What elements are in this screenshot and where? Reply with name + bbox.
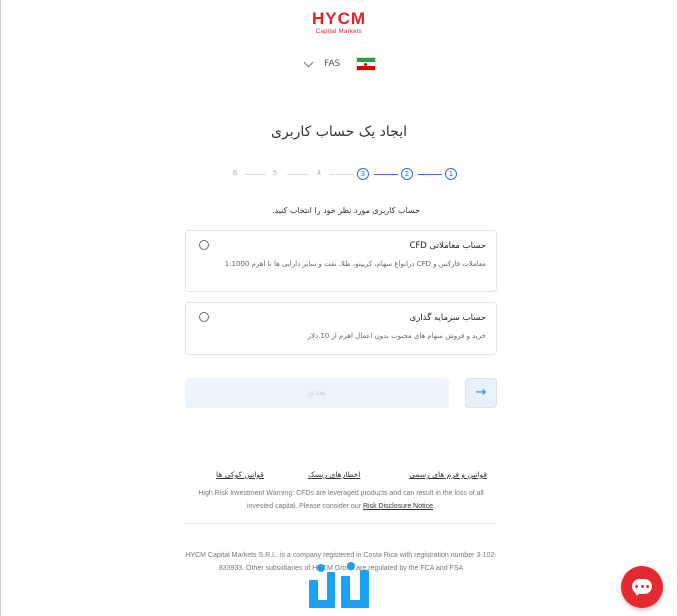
back-button[interactable]: → <box>465 378 497 408</box>
legal-documents-link[interactable]: قوانین و فرم های رسمی <box>409 470 487 479</box>
account-type-prompt: حساب کاربری مورد نظر خود را انتخاب کنید. <box>271 206 420 215</box>
footer-links: قوانین و فرم های رسمی اخطارهای ریسک قوان… <box>185 470 497 482</box>
language-selector[interactable]: FAS <box>303 56 377 72</box>
step-6: 6 <box>232 169 238 177</box>
radio-button[interactable] <box>199 240 209 250</box>
cookie-policy-link[interactable]: قوانین کوکی ها <box>216 470 264 479</box>
window-border-left <box>0 0 1 616</box>
account-option-cfd[interactable]: حساب معاملاتی CFD معاملات فارکس و CFD در… <box>185 230 497 292</box>
step-3: 3 <box>357 168 369 180</box>
step-4: 4 <box>316 169 322 177</box>
step-connector-active <box>374 174 398 175</box>
chevron-down-icon <box>303 57 314 68</box>
step-5: 5 <box>272 169 278 177</box>
iran-flag-icon <box>356 57 377 71</box>
brand-logo[interactable]: HYCM Capital Markets <box>0 10 678 36</box>
step-1: 1 <box>445 168 457 180</box>
brand-name: HYCM <box>311 9 367 28</box>
footer-divider <box>185 523 497 524</box>
risk-warning-text: High Risk Investment Warning: CFDs are l… <box>198 490 484 510</box>
risk-warnings-link[interactable]: اخطارهای ریسک <box>308 470 360 479</box>
radio-button[interactable] <box>199 312 209 322</box>
language-code: FAS <box>324 59 341 69</box>
step-2: 2 <box>401 168 413 180</box>
risk-warning: High Risk Investment Warning: CFDs are l… <box>198 490 484 510</box>
account-option-description: خرید و فروش سهام های محبوب بدون اعمال اه… <box>307 332 486 340</box>
chat-button[interactable] <box>621 566 663 608</box>
account-option-description: معاملات فارکس و CFD درانواع سهام، کریپتو… <box>224 260 486 268</box>
account-option-title: حساب معاملاتی CFD <box>409 241 486 251</box>
account-option-title: حساب سرمایه گذاری <box>409 313 486 323</box>
step-connector <box>244 174 266 175</box>
watermark-logo <box>309 562 369 608</box>
account-option-investment[interactable]: حساب سرمایه گذاری خرید و فروش سهام های م… <box>185 302 497 355</box>
page-title: ایجاد یک حساب کاربری <box>271 124 407 140</box>
brand-tagline: Capital Markets <box>315 29 363 35</box>
step-connector <box>330 174 354 175</box>
step-connector <box>287 174 309 175</box>
step-progress: 6 5 4 3 2 1 <box>229 168 458 180</box>
step-connector-active <box>418 174 442 175</box>
arrow-right-icon: → <box>475 385 487 400</box>
next-button[interactable]: بعدی <box>185 378 449 408</box>
risk-disclosure-link[interactable]: Risk Disclosure Notice <box>363 503 433 510</box>
